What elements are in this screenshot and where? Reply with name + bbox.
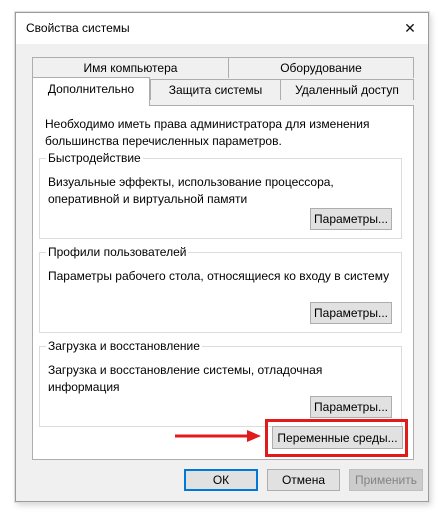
red-arrow-icon bbox=[175, 430, 261, 442]
window-title: Свойства системы bbox=[26, 21, 130, 35]
title-bar: Свойства системы ✕ bbox=[16, 13, 428, 44]
group-title: Загрузка и восстановление bbox=[46, 339, 202, 354]
group-title: Профили пользователей bbox=[46, 245, 189, 260]
close-icon: ✕ bbox=[404, 20, 416, 36]
group-description: Параметры рабочего стола, относящиеся ко… bbox=[48, 269, 390, 283]
close-button[interactable]: ✕ bbox=[392, 13, 428, 44]
tab-hardware[interactable]: Оборудование bbox=[228, 57, 414, 78]
tab-remote-access[interactable]: Удаленный доступ bbox=[280, 79, 414, 100]
tab-label: Дополнительно bbox=[47, 82, 135, 96]
cancel-button[interactable]: Отмена bbox=[267, 469, 340, 491]
group-description: Визуальные эффекты, использование процес… bbox=[48, 175, 334, 206]
admin-rights-note: Необходимо иметь права администратора дл… bbox=[45, 117, 370, 148]
group-title: Быстродействие bbox=[46, 151, 143, 166]
group-description: Загрузка и восстановление системы, отлад… bbox=[48, 363, 323, 394]
tab-label: Имя компьютера bbox=[83, 61, 178, 75]
tab-label: Удаленный доступ bbox=[295, 83, 399, 97]
advanced-tab-panel: Необходимо иметь права администратора дл… bbox=[32, 105, 414, 460]
tab-system-protection[interactable]: Защита системы bbox=[150, 79, 281, 100]
startup-recovery-settings-button[interactable]: Параметры... bbox=[310, 396, 392, 418]
user-profiles-group: Профили пользователей Параметры рабочего… bbox=[39, 245, 402, 333]
apply-button[interactable]: Применить bbox=[349, 469, 423, 491]
performance-group: Быстродействие Визуальные эффекты, испол… bbox=[39, 151, 402, 239]
tab-label: Защита системы bbox=[168, 83, 263, 97]
startup-recovery-group: Загрузка и восстановление Загрузка и вос… bbox=[39, 339, 402, 427]
user-profiles-settings-button[interactable]: Параметры... bbox=[310, 302, 392, 324]
environment-variables-button[interactable]: Переменные среды... bbox=[272, 426, 403, 449]
tab-computer-name[interactable]: Имя компьютера bbox=[32, 57, 229, 78]
performance-settings-button[interactable]: Параметры... bbox=[310, 208, 392, 230]
ok-button[interactable]: ОК bbox=[184, 469, 258, 491]
tab-label: Оборудование bbox=[280, 61, 362, 75]
tab-advanced[interactable]: Дополнительно bbox=[32, 77, 150, 106]
